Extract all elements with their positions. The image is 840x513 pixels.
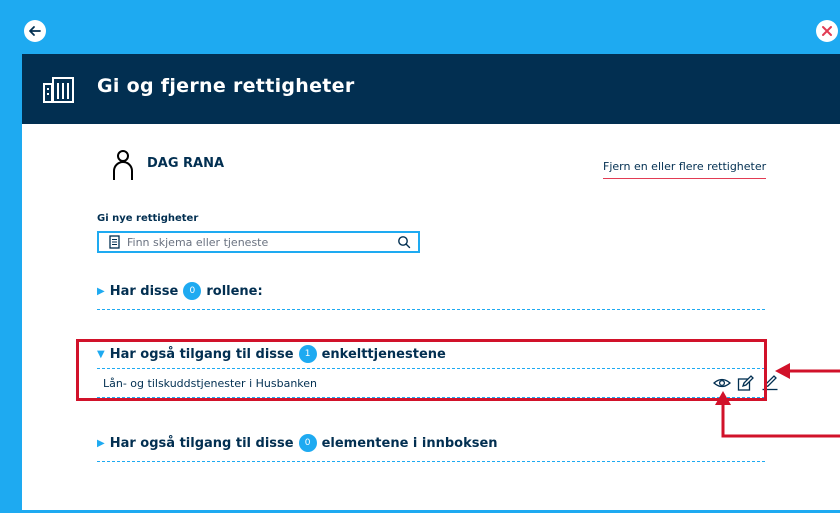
annotation-arrow-lower (721, 404, 840, 438)
annotation-arrowhead-lower (715, 391, 731, 405)
annotation-arrows (715, 363, 840, 438)
annotation-arrowhead-upper (775, 363, 790, 379)
